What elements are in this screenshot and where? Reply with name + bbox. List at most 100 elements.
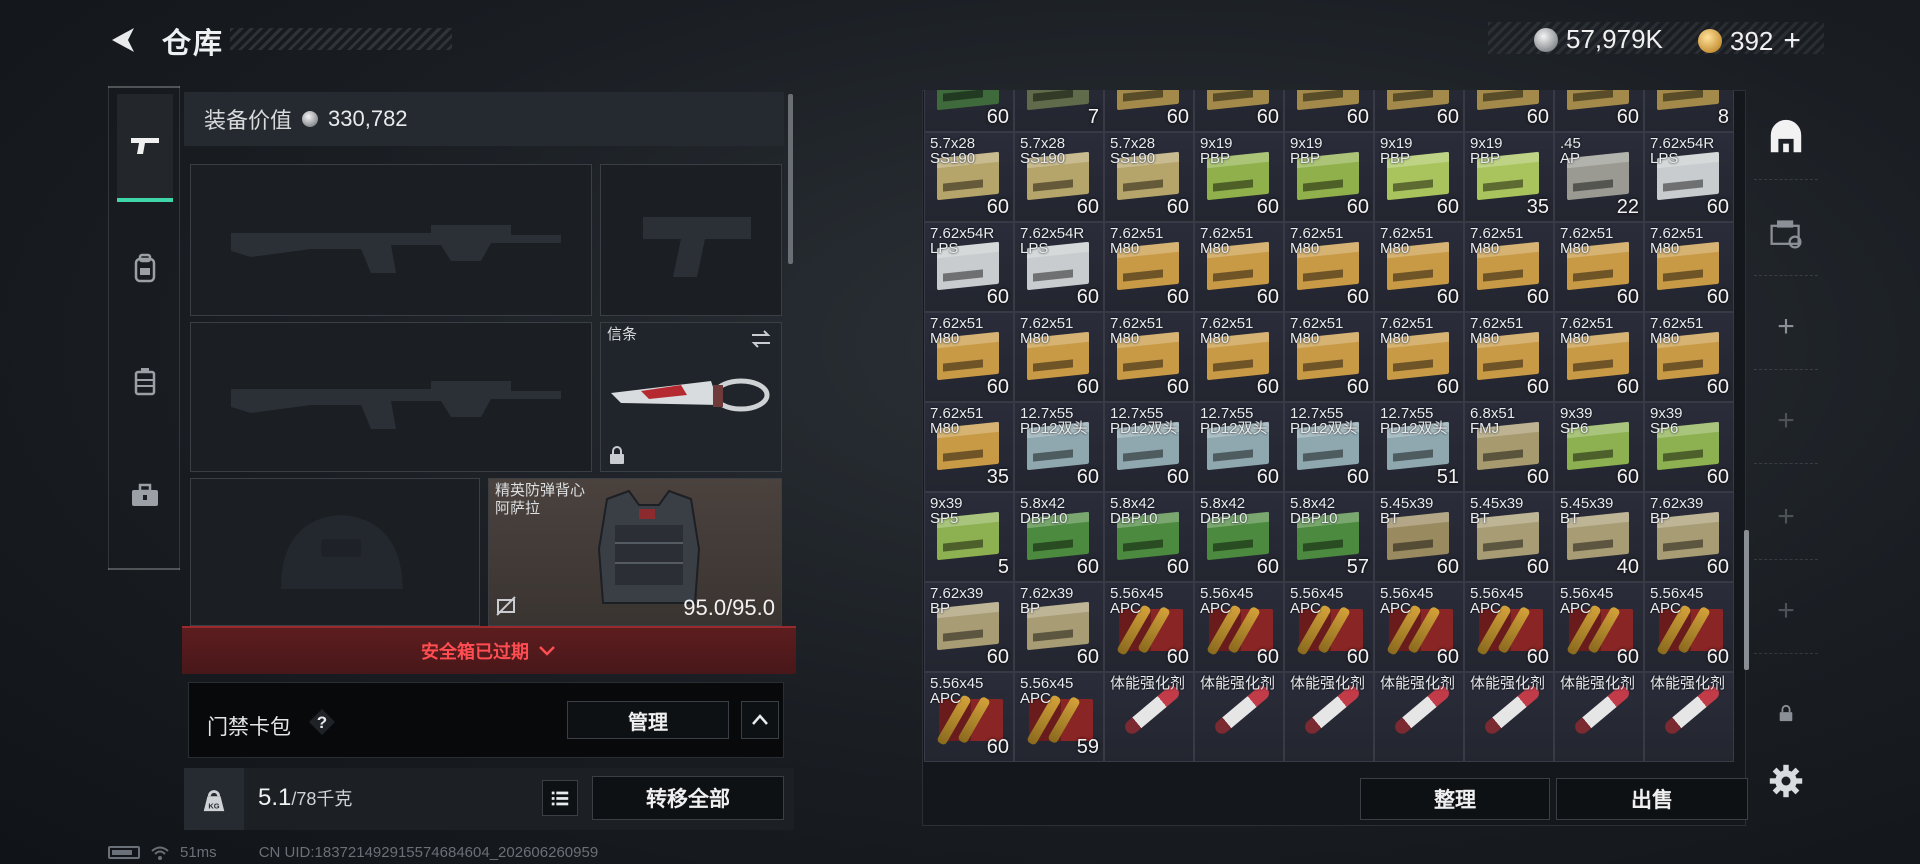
rail-add-slot-3[interactable]: + <box>1754 474 1818 560</box>
warehouse-item-cell[interactable]: 7.62x54R LPS 60 <box>1644 132 1734 222</box>
warehouse-item-cell[interactable]: 7.62x51 M80 60 <box>1284 222 1374 312</box>
sell-button[interactable]: 出售 <box>1556 778 1748 820</box>
help-icon[interactable]: ? <box>307 707 337 737</box>
warehouse-item-cell[interactable]: 7.62x54R LPS 60 <box>924 222 1014 312</box>
warehouse-item-cell[interactable]: 12.7x55 PD12双头 60 <box>1284 402 1374 492</box>
warehouse-item-cell[interactable]: 体能强化剂 <box>1104 672 1194 762</box>
warehouse-item-cell[interactable]: 7.62x51 M80 60 <box>1374 312 1464 402</box>
warehouse-item-cell[interactable]: 5.45x39 BT 40 <box>1554 492 1644 582</box>
transfer-all-button[interactable]: 转移全部 <box>592 776 784 820</box>
warehouse-item-cell[interactable]: 5.56x45 APC 60 <box>1644 582 1734 672</box>
warehouse-item-cell[interactable]: 5.7x28 SS190 60 <box>924 132 1014 222</box>
warehouse-item-cell[interactable]: 6.8x51 FMJ 60 <box>1464 402 1554 492</box>
warehouse-item-cell[interactable]: 9x19 PBP 60 <box>1374 132 1464 222</box>
warehouse-item-cell[interactable]: 12.7x55 PD12双头 60 <box>1194 402 1284 492</box>
secondary-weapon-slot[interactable] <box>190 322 592 472</box>
gold-currency[interactable]: 392 + <box>1698 24 1801 58</box>
warehouse-item-cell[interactable]: 7.62x51 M80 60 <box>1644 222 1734 312</box>
body-armor-slot[interactable]: 精英防弹背心 阿萨拉 95.0/95.0 <box>488 478 782 626</box>
warehouse-item-cell[interactable]: 12.7x55 PD12双头 51 <box>1374 402 1464 492</box>
warehouse-item-cell[interactable]: 7.62x51 M80 60 <box>1644 312 1734 402</box>
nav-tab-toolbox[interactable] <box>117 442 173 550</box>
warehouse-item-cell[interactable]: 60 <box>1374 90 1464 132</box>
warehouse-item-cell[interactable]: 5.56x45 APC 60 <box>1464 582 1554 672</box>
add-currency-button[interactable]: + <box>1783 24 1801 58</box>
loadout-scrollbar[interactable] <box>788 94 793 264</box>
warehouse-item-cell[interactable]: 7 <box>1014 90 1104 132</box>
warehouse-item-cell[interactable]: 60 <box>1104 90 1194 132</box>
warehouse-item-cell[interactable]: 7.62x39 BP 60 <box>924 582 1014 672</box>
warehouse-item-cell[interactable]: 5.56x45 APC 60 <box>1194 582 1284 672</box>
sidearm-slot[interactable] <box>600 164 782 316</box>
warehouse-item-cell[interactable]: 体能强化剂 <box>1554 672 1644 762</box>
warehouse-item-cell[interactable]: 7.62x51 M80 60 <box>1464 222 1554 312</box>
warehouse-item-cell[interactable]: 5.7x28 SS190 60 <box>1104 132 1194 222</box>
warehouse-item-cell[interactable]: 7.62x54R LPS 60 <box>1014 222 1104 312</box>
warehouse-item-cell[interactable]: 5.56x45 APC 59 <box>1014 672 1104 762</box>
back-button[interactable] <box>106 22 142 58</box>
warehouse-item-cell[interactable]: 7.62x39 BP 60 <box>1644 492 1734 582</box>
warehouse-item-cell[interactable]: 7.62x51 M80 60 <box>924 312 1014 402</box>
warehouse-item-cell[interactable]: 60 <box>1554 90 1644 132</box>
warehouse-item-cell[interactable]: 5.8x42 DBP10 60 <box>1104 492 1194 582</box>
warehouse-item-cell[interactable]: 体能强化剂 <box>1194 672 1284 762</box>
warehouse-item-cell[interactable]: 9x19 PBP 35 <box>1464 132 1554 222</box>
warehouse-item-cell[interactable]: 体能强化剂 <box>1374 672 1464 762</box>
warehouse-item-cell[interactable]: 9x39 SP5 5 <box>924 492 1014 582</box>
nav-tab-backpack[interactable] <box>117 214 173 322</box>
rail-tab-sell-case[interactable] <box>1754 190 1818 276</box>
warehouse-item-cell[interactable]: 9x19 PBP 60 <box>1284 132 1374 222</box>
warehouse-item-cell[interactable]: 9x39 SP6 60 <box>1644 402 1734 492</box>
warehouse-grid-viewport[interactable]: 60 7 60 60 60 60 60 60 8 5.7x28 SS190 60 5.7x28 SS1… <box>924 90 1742 766</box>
warehouse-item-cell[interactable]: 体能强化剂 <box>1644 672 1734 762</box>
warehouse-item-cell[interactable]: 7.62x51 M80 60 <box>1104 222 1194 312</box>
rail-add-slot-2[interactable]: + <box>1754 378 1818 464</box>
warehouse-item-cell[interactable]: 9x39 SP6 60 <box>1554 402 1644 492</box>
warehouse-item-cell[interactable]: 体能强化剂 <box>1464 672 1554 762</box>
warehouse-item-cell[interactable]: 5.56x45 APC 60 <box>1104 582 1194 672</box>
warehouse-item-cell[interactable]: 8 <box>1644 90 1734 132</box>
warehouse-item-cell[interactable]: 7.62x51 M80 60 <box>1014 312 1104 402</box>
nav-tab-chest-rig[interactable] <box>117 328 173 436</box>
warehouse-item-cell[interactable]: 7.62x51 M80 60 <box>1194 222 1284 312</box>
warehouse-item-cell[interactable]: 60 <box>1284 90 1374 132</box>
safe-box-banner[interactable]: 安全箱已过期 <box>182 626 796 674</box>
warehouse-item-cell[interactable]: 5.45x39 BT 60 <box>1464 492 1554 582</box>
warehouse-item-cell[interactable]: 12.7x55 PD12双头 60 <box>1014 402 1104 492</box>
warehouse-item-cell[interactable]: 7.62x51 M80 35 <box>924 402 1014 492</box>
helmet-slot[interactable] <box>190 478 480 626</box>
nav-tab-weapons[interactable] <box>117 94 173 202</box>
warehouse-item-cell[interactable]: 7.62x51 M80 60 <box>1194 312 1284 402</box>
warehouse-item-cell[interactable]: 5.8x42 DBP10 57 <box>1284 492 1374 582</box>
warehouse-item-cell[interactable]: 5.45x39 BT 60 <box>1374 492 1464 582</box>
warehouse-item-cell[interactable]: 5.56x45 APC 60 <box>1284 582 1374 672</box>
warehouse-item-cell[interactable]: 5.56x45 APC 60 <box>1554 582 1644 672</box>
melee-slot[interactable]: 信条 <box>600 322 782 472</box>
warehouse-item-cell[interactable]: 5.7x28 SS190 60 <box>1014 132 1104 222</box>
warehouse-item-cell[interactable]: 7.62x51 M80 60 <box>1554 312 1644 402</box>
warehouse-item-cell[interactable]: 7.62x39 BP 60 <box>1014 582 1104 672</box>
warehouse-item-cell[interactable]: 7.62x51 M80 60 <box>1374 222 1464 312</box>
warehouse-item-cell[interactable]: 12.7x55 PD12双头 60 <box>1104 402 1194 492</box>
warehouse-item-cell[interactable]: 5.56x45 APC 60 <box>1374 582 1464 672</box>
primary-weapon-slot[interactable] <box>190 164 592 316</box>
collapse-button[interactable] <box>741 701 779 739</box>
warehouse-item-cell[interactable]: 5.56x45 APC 60 <box>924 672 1014 762</box>
warehouse-item-cell[interactable]: 体能强化剂 <box>1284 672 1374 762</box>
warehouse-item-cell[interactable]: 60 <box>1464 90 1554 132</box>
warehouse-item-cell[interactable]: 7.62x51 M80 60 <box>1464 312 1554 402</box>
warehouse-item-cell[interactable]: 60 <box>1194 90 1284 132</box>
sort-button[interactable]: 整理 <box>1360 778 1550 820</box>
warehouse-item-cell[interactable]: 5.8x42 DBP10 60 <box>1194 492 1284 582</box>
warehouse-item-cell[interactable]: 60 <box>924 90 1014 132</box>
rail-add-slot-1[interactable]: + <box>1754 284 1818 370</box>
warehouse-item-cell[interactable]: 5.8x42 DBP10 60 <box>1014 492 1104 582</box>
warehouse-item-cell[interactable]: 7.62x51 M80 60 <box>1554 222 1644 312</box>
warehouse-scrollbar[interactable] <box>1744 530 1749 670</box>
warehouse-item-cell[interactable]: 9x19 PBP 60 <box>1194 132 1284 222</box>
rail-add-slot-4[interactable]: + <box>1754 568 1818 654</box>
rail-tab-main-warehouse[interactable] <box>1754 94 1818 180</box>
rail-settings[interactable] <box>1754 738 1818 824</box>
warehouse-item-cell[interactable]: .45 AP 22 <box>1554 132 1644 222</box>
list-view-button[interactable] <box>542 780 578 816</box>
